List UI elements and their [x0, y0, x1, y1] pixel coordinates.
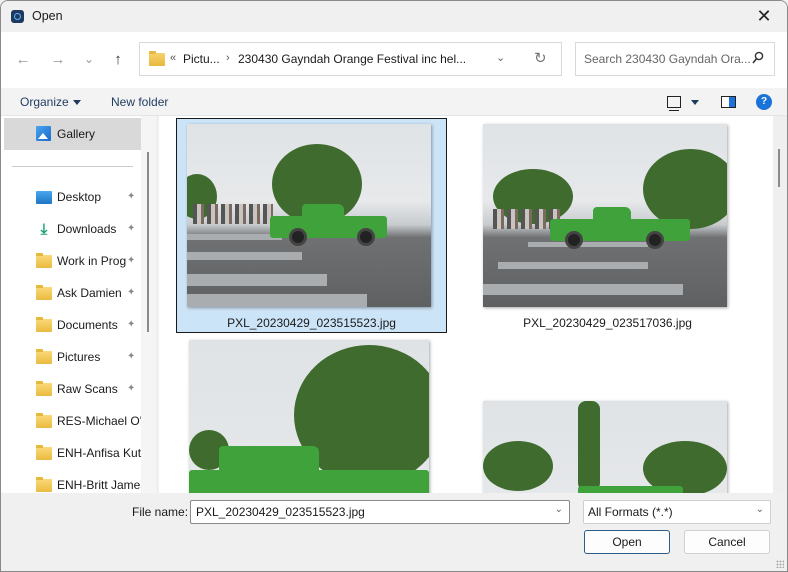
sidebar-item-enh-britt[interactable]: ENH-Britt James [1, 472, 141, 493]
pin-icon: ✦ [127, 287, 136, 298]
sidebar-item-res-michael[interactable]: RES-Michael O'C [1, 408, 141, 436]
sidebar-scrollbar[interactable] [141, 116, 156, 493]
preview-pane-icon[interactable] [721, 96, 736, 108]
change-view-icon[interactable] [667, 96, 681, 111]
file-name-input[interactable]: PXL_20230429_023515523.jpg ⌄ [190, 500, 570, 524]
app-icon [11, 10, 24, 23]
sidebar-item-label: Gallery [57, 127, 96, 141]
pin-icon: ✦ [127, 191, 136, 202]
search-placeholder: Search 230430 Gayndah Ora... [584, 52, 751, 66]
back-button[interactable]: ← [12, 48, 34, 70]
sidebar-item-desktop[interactable]: Desktop ✦ [1, 184, 141, 212]
address-dropdown-icon[interactable]: ⌄ [496, 51, 505, 64]
sidebar-item-ask-damien[interactable]: Ask Damien ✦ [1, 280, 141, 308]
pin-icon: ✦ [127, 223, 136, 234]
content-scrollbar[interactable] [773, 116, 787, 493]
folder-icon [36, 285, 52, 300]
sidebar-item-work-in-progress[interactable]: Work in Progress ✦ [1, 248, 141, 276]
arrow-up-icon: ↑ [114, 50, 122, 68]
pin-icon: ✦ [127, 383, 136, 394]
sidebar-item-documents[interactable]: Documents ✦ [1, 312, 141, 340]
help-icon[interactable]: ? [756, 94, 772, 110]
content-scrollbar-thumb[interactable] [778, 149, 780, 187]
file-name-field-label: File name: [132, 505, 189, 519]
download-icon: ⤓ [40, 221, 48, 238]
resize-grip[interactable] [776, 560, 784, 568]
file-type-value: All Formats (*.*) [588, 505, 673, 519]
sidebar-scrollbar-thumb[interactable] [147, 152, 149, 332]
folder-icon [149, 51, 165, 66]
image-thumbnail [483, 124, 727, 307]
file-tile[interactable] [176, 338, 447, 493]
folder-icon [36, 317, 52, 332]
window-title: Open [32, 9, 63, 23]
caret-down-icon [72, 100, 81, 106]
breadcrumb-current-folder[interactable]: 230430 Gayndah Orange Festival inc hel..… [238, 52, 466, 66]
pin-icon: ✦ [127, 255, 136, 266]
file-type-select[interactable]: All Formats (*.*) ⌄ [583, 500, 771, 524]
folder-icon [36, 349, 52, 364]
breadcrumb-pictures[interactable]: Pictu... [183, 52, 220, 66]
folder-icon [36, 477, 52, 492]
chevron-down-icon[interactable]: ⌄ [756, 504, 764, 515]
image-thumbnail [483, 401, 727, 493]
file-tile[interactable] [472, 396, 743, 493]
cancel-button[interactable]: Cancel [684, 530, 770, 554]
chevron-down-icon[interactable]: ⌄ [555, 504, 563, 515]
file-name-label: PXL_20230429_023515523.jpg [227, 316, 396, 330]
sidebar-item-label: ENH-Anfisa Kut [57, 446, 141, 460]
up-button[interactable]: ↑ [107, 48, 129, 70]
search-input[interactable]: Search 230430 Gayndah Ora... [575, 42, 775, 76]
arrow-right-icon: → [50, 50, 66, 68]
organize-label: Organize [20, 95, 69, 109]
sidebar-item-raw-scans[interactable]: Raw Scans ✦ [1, 376, 141, 404]
folder-icon [36, 413, 52, 428]
sidebar-item-gallery[interactable]: Gallery [4, 118, 141, 150]
open-file-dialog: Open ✕ ← → ⌄ ↑ « Pictu... › 230430 Gaynd… [0, 0, 788, 572]
title-bar: Open ✕ [1, 1, 787, 32]
forward-button[interactable]: → [47, 48, 69, 70]
file-name-label: PXL_20230429_023517036.jpg [523, 316, 692, 330]
sidebar-item-downloads[interactable]: ⤓ Downloads ✦ [1, 216, 141, 244]
view-options-caret-icon[interactable] [691, 100, 699, 105]
pin-icon: ✦ [127, 351, 136, 362]
address-bar[interactable]: « Pictu... › 230430 Gayndah Orange Festi… [139, 42, 562, 76]
pin-icon: ✦ [127, 319, 136, 330]
search-icon[interactable] [752, 51, 764, 65]
new-folder-button[interactable]: New folder [111, 95, 168, 109]
sidebar-item-label: RES-Michael O'C [57, 414, 141, 428]
file-tile[interactable]: PXL_20230429_023517036.jpg [472, 118, 743, 333]
desktop-icon [36, 191, 52, 204]
sidebar-item-enh-anfisa[interactable]: ENH-Anfisa Kut [1, 440, 141, 468]
sidebar-item-label: Work in Progress [57, 254, 127, 268]
close-button[interactable]: ✕ [741, 1, 787, 32]
arrow-left-icon: ← [15, 50, 31, 68]
folder-icon [36, 381, 52, 396]
image-thumbnail [189, 340, 429, 493]
folder-icon [36, 253, 52, 268]
sidebar-item-label: ENH-Britt James [57, 478, 141, 492]
file-name-value[interactable]: PXL_20230429_023515523.jpg [196, 505, 365, 519]
chevron-down-icon: ⌄ [83, 52, 95, 66]
folder-icon [36, 445, 52, 460]
navigation-pane: Gallery Desktop ✦ ⤓ Downloads ✦ Work in … [1, 116, 156, 493]
refresh-icon[interactable]: ↻ [534, 49, 547, 67]
breadcrumb-separator-icon[interactable]: › [226, 52, 230, 64]
organize-button[interactable]: Organize [20, 95, 81, 109]
overflow-chevron-icon[interactable]: « [170, 52, 176, 64]
sidebar-divider [12, 166, 133, 167]
gallery-icon [36, 126, 51, 141]
file-tile[interactable]: PXL_20230429_023515523.jpg [176, 118, 447, 333]
image-thumbnail [187, 124, 431, 307]
sidebar-item-pictures[interactable]: Pictures ✦ [1, 344, 141, 372]
file-list: PXL_20230429_023515523.jpg PXL_20230429_… [159, 116, 773, 493]
open-button[interactable]: Open [584, 530, 670, 554]
navigation-bar: ← → ⌄ ↑ « Pictu... › 230430 Gayndah Oran… [1, 32, 787, 88]
recent-locations-button[interactable]: ⌄ [78, 48, 100, 70]
command-bar: Organize New folder ? [1, 88, 787, 116]
